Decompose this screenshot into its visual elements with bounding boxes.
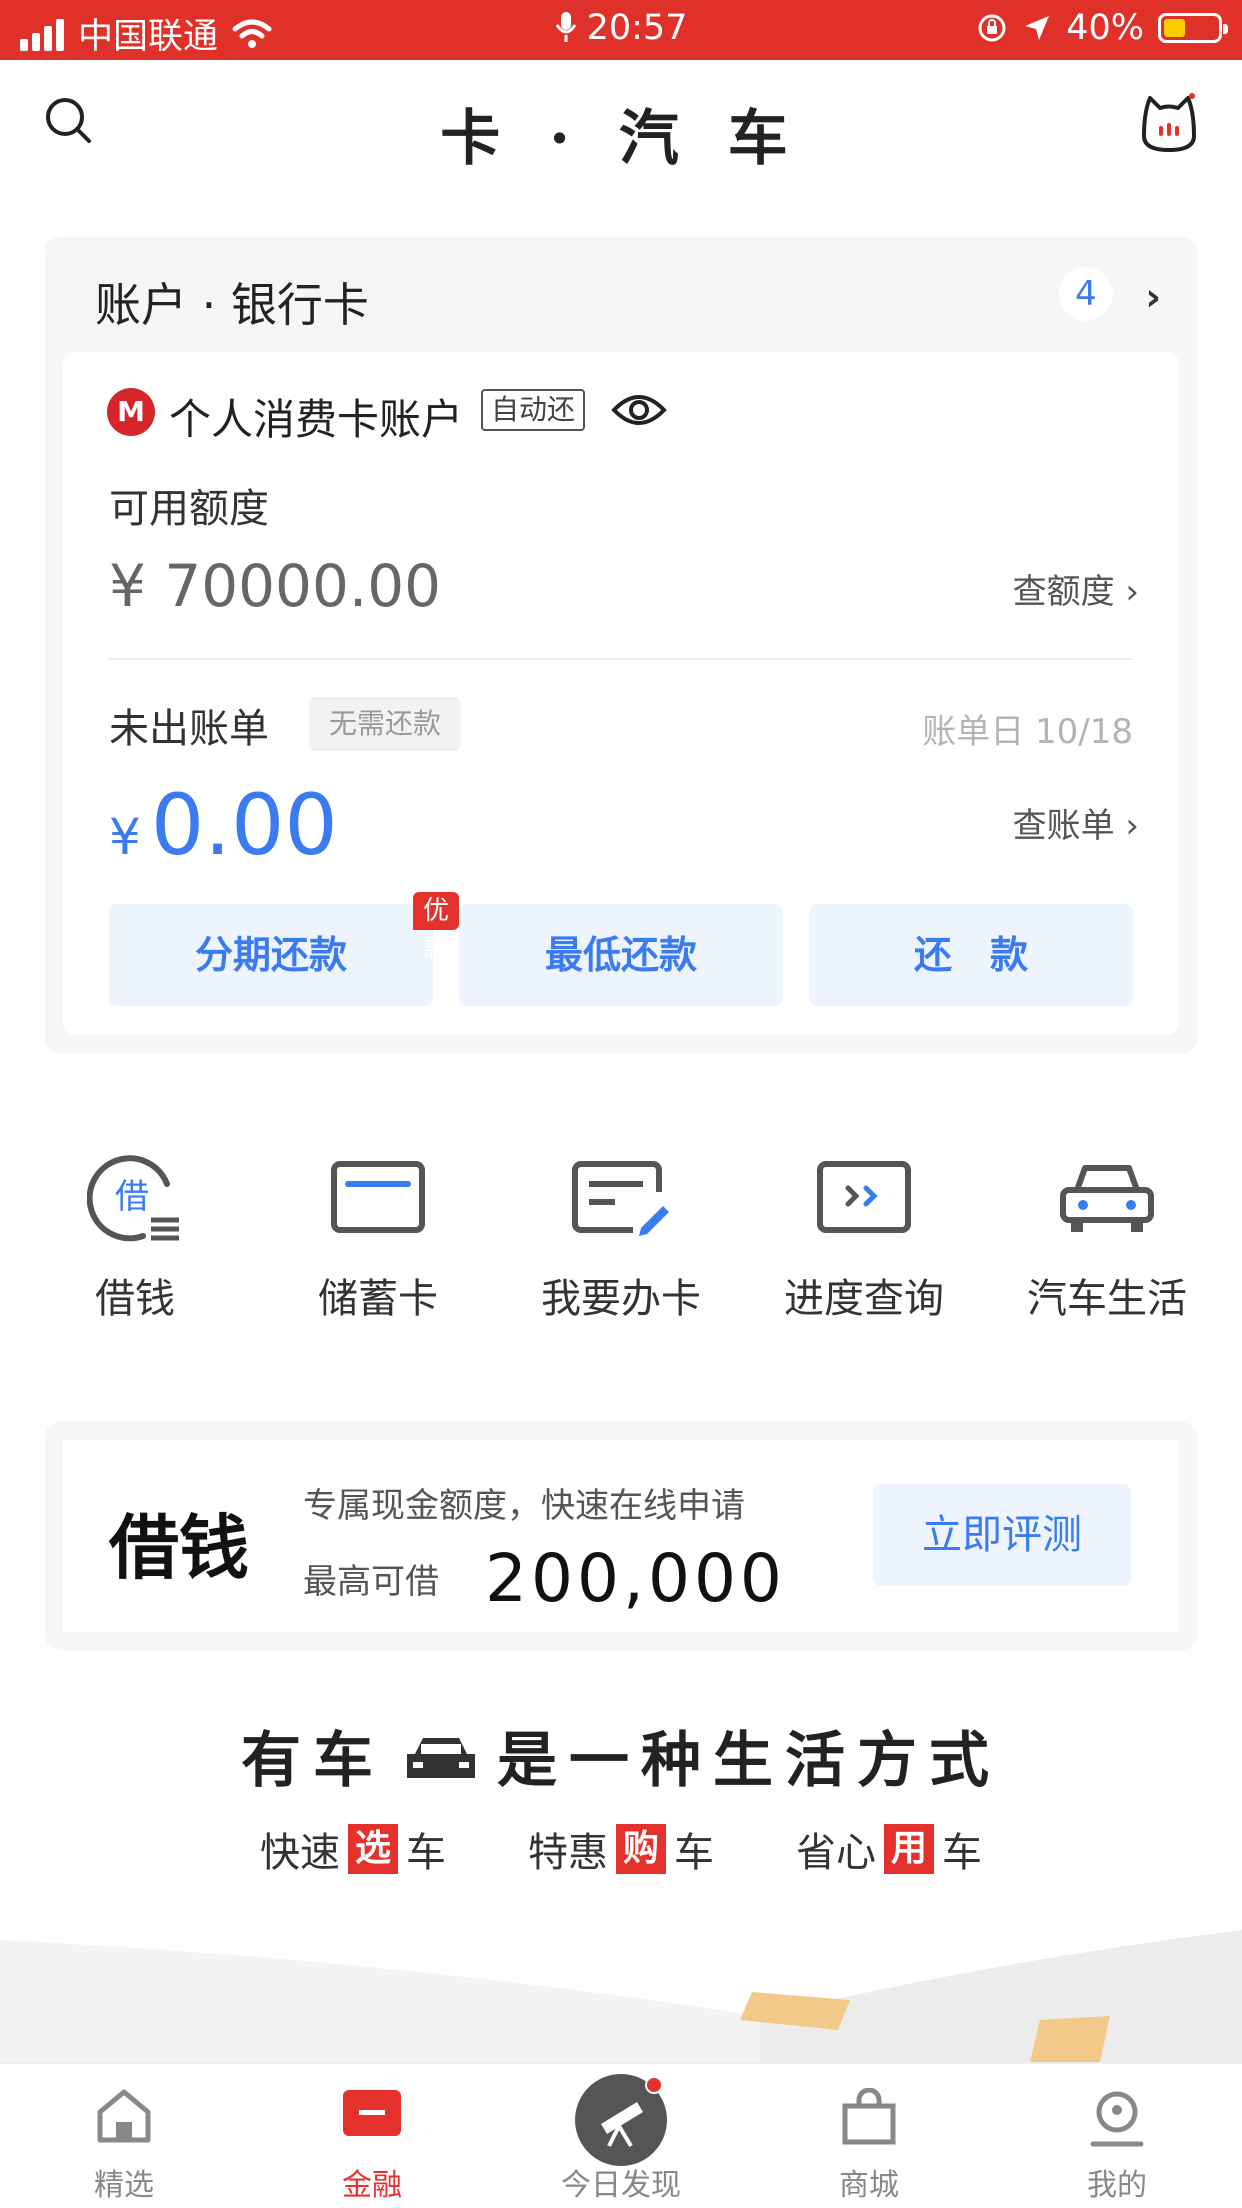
quick-entry-label: 我要办卡 (541, 1276, 701, 1322)
app-header: 卡 · 汽 车 (0, 60, 1242, 190)
slogan-part-b: 是一种生活方式 (497, 1726, 1001, 1796)
tab-featured[interactable]: 精选 (24, 2064, 224, 2208)
installment-repay-label: 分期还款 (194, 933, 347, 977)
tag-text: 车 (406, 1830, 446, 1876)
bottom-tab-bar: 精选 金融 今日发现 商城 我的 (0, 2062, 1242, 2208)
tab-label: 今日发现 (561, 2168, 681, 2203)
tab-label: 我的 (1087, 2168, 1147, 2203)
tag-quick-select[interactable]: 快速选车 (260, 1820, 446, 1878)
loan-banner[interactable]: 借钱 专属现金额度，快速在线申请 最高可借 200,000 立即评测 (45, 1422, 1197, 1650)
tag-discount-buy[interactable]: 特惠购车 (528, 1820, 714, 1878)
tag-highlight: 购 (616, 1824, 666, 1874)
unbilled-amount-value: 0.00 (150, 776, 338, 874)
page-title: 卡 · 汽 车 (440, 104, 802, 174)
debit-card-icon (331, 1161, 425, 1233)
currency-symbol: ¥ (109, 808, 141, 866)
apply-card-icon (572, 1161, 669, 1236)
credit-card-panel: M 个人消费卡账户 自动还 可用额度 ¥ 70000.00 查额度 › 未出账单… (63, 352, 1179, 1035)
battery-percent: 40% (1066, 8, 1144, 48)
check-bill-link[interactable]: 查账单 › (1013, 798, 1139, 847)
minimum-repay-button[interactable]: 最低还款 (459, 904, 783, 1006)
tag-text: 车 (942, 1830, 982, 1876)
divider (109, 658, 1133, 660)
shopping-bag-icon (842, 2088, 896, 2145)
eye-icon (611, 395, 667, 425)
check-limit-link[interactable]: 查额度 › (1013, 564, 1139, 613)
auto-repay-tag: 自动还 (481, 389, 586, 431)
svg-text:借: 借 (115, 1177, 149, 1217)
tag-text: 特惠 (528, 1830, 608, 1876)
loan-max-label: 最高可借 (303, 1562, 439, 1602)
decorative-banner-image (0, 1920, 1242, 2062)
telescope-icon (575, 2074, 667, 2166)
tag-text: 省心 (796, 1830, 876, 1876)
card-account-name: 个人消费卡账户 (169, 395, 464, 444)
slogan-part-a: 有车 (241, 1726, 385, 1796)
profile-icon (1090, 2091, 1144, 2147)
tag-text: 快速 (260, 1830, 340, 1876)
quick-entry-debit-card[interactable]: 储蓄卡 (278, 1150, 478, 1324)
tag-text: 车 (674, 1830, 714, 1876)
progress-query-icon (817, 1161, 911, 1233)
available-credit-label: 可用额度 (109, 486, 269, 532)
car-life-tags: 快速选车 特惠购车 省心用车 (0, 1820, 1242, 1880)
quick-entry-label: 汽车生活 (1027, 1276, 1187, 1322)
borrow-icon: 借 (87, 1155, 179, 1242)
battery-icon (1158, 13, 1228, 43)
assistant-button[interactable] (1138, 92, 1200, 158)
chevron-right-icon[interactable]: › (1145, 275, 1161, 319)
quick-entry-label: 借钱 (95, 1276, 175, 1322)
rotation-lock-icon (978, 14, 1006, 42)
quick-entry-apply-card[interactable]: 我要办卡 (521, 1150, 721, 1324)
unbilled-amount: ¥0.00 (109, 776, 338, 874)
tab-discover[interactable]: 今日发现 (521, 2064, 721, 2208)
finance-card-icon (343, 2090, 401, 2136)
notification-dot (645, 2076, 663, 2094)
no-repayment-tag: 无需还款 (309, 697, 462, 751)
car-icon (401, 1731, 481, 1801)
loan-max-amount: 200,000 (485, 1540, 786, 1617)
tag-easy-use[interactable]: 省心用车 (796, 1820, 982, 1878)
quick-entry-car-life[interactable]: 汽车生活 (1007, 1150, 1207, 1324)
bank-logo-icon: M (107, 388, 155, 436)
tab-label: 商城 (839, 2168, 899, 2203)
available-credit-amount: ¥ 70000.00 (109, 552, 442, 620)
tab-label: 精选 (94, 2168, 154, 2203)
evaluate-now-button[interactable]: 立即评测 (873, 1484, 1131, 1586)
car-icon (1060, 1165, 1154, 1232)
tag-highlight: 选 (348, 1824, 398, 1874)
clock: 20:57 (586, 8, 688, 48)
quick-entry-label: 储蓄卡 (318, 1276, 438, 1322)
installment-repay-button[interactable]: 分期还款 优惠 (109, 892, 460, 1006)
bill-day: 账单日 10/18 (922, 712, 1133, 752)
quick-entry-borrow[interactable]: 借 借钱 (35, 1150, 235, 1324)
tab-finance[interactable]: 金融 (272, 2064, 472, 2208)
card-count-badge[interactable]: 4 (1059, 267, 1113, 321)
unbilled-label: 未出账单 (109, 706, 269, 752)
status-bar: 中国联通 20:57 40% (0, 0, 1242, 60)
repay-button[interactable]: 还 款 (809, 904, 1133, 1006)
quick-entry-grid: 借 借钱 储蓄卡 我要办卡 进度查询 汽车生活 (0, 1150, 1242, 1330)
promo-badge: 优惠 (413, 892, 460, 964)
account-section-title: 账户 · 银行卡 (95, 278, 369, 332)
loan-banner-body: 借钱 专属现金额度，快速在线申请 最高可借 200,000 立即评测 (63, 1440, 1179, 1632)
tab-label: 金融 (342, 2168, 402, 2203)
tag-highlight: 用 (884, 1824, 934, 1874)
cat-avatar-icon (1142, 93, 1196, 152)
home-icon (97, 2089, 151, 2143)
quick-entry-progress-query[interactable]: 进度查询 (764, 1150, 964, 1324)
loan-title: 借钱 (109, 1506, 249, 1589)
quick-entry-label: 进度查询 (784, 1276, 944, 1322)
location-icon (1025, 16, 1050, 40)
tab-mall[interactable]: 商城 (769, 2064, 969, 2208)
microphone-icon (555, 12, 576, 42)
car-life-slogan: 有车 是一种生活方式 (0, 1712, 1242, 1801)
loan-description: 专属现金额度，快速在线申请 (303, 1486, 745, 1526)
tab-mine[interactable]: 我的 (1017, 2064, 1217, 2208)
account-section: 账户 · 银行卡 4 › M 个人消费卡账户 自动还 可用额度 ¥ 70000.… (45, 237, 1197, 1053)
toggle-visibility-button[interactable] (611, 390, 667, 434)
